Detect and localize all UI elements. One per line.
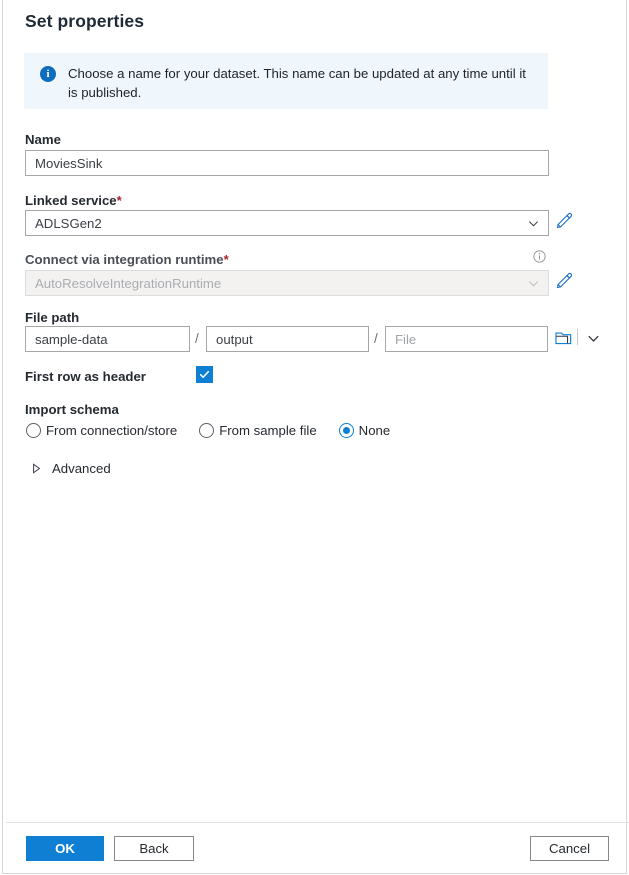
file-path-directory-input[interactable]: output — [206, 326, 369, 352]
file-path-file-placeholder: File — [395, 331, 417, 347]
file-path-chevron-down-icon[interactable] — [587, 332, 600, 345]
import-schema-option-none[interactable]: None — [338, 423, 391, 438]
name-input[interactable]: MoviesSink — [25, 150, 549, 176]
info-circle-icon: i — [40, 66, 56, 82]
set-properties-panel: Set properties i Choose a name for your … — [2, 0, 629, 874]
checkmark-icon — [199, 370, 210, 378]
footer-divider — [6, 822, 629, 823]
info-banner: i Choose a name for your dataset. This n… — [24, 53, 548, 109]
file-path-separator-1: / — [195, 331, 199, 346]
integration-runtime-edit-pencil-icon[interactable] — [556, 272, 573, 289]
first-row-as-header-checkbox[interactable] — [196, 366, 213, 383]
linked-service-label: Linked service* — [25, 193, 122, 208]
ok-button[interactable]: OK — [26, 836, 104, 861]
file-path-file-input[interactable]: File — [385, 326, 548, 352]
radio-ring — [338, 423, 354, 438]
radio-dot — [342, 427, 350, 434]
info-banner-message: Choose a name for your dataset. This nam… — [68, 66, 526, 100]
linked-service-value: ADLSGen2 — [35, 215, 102, 231]
file-path-separator-2: / — [374, 331, 378, 346]
file-path-container-value: sample-data — [35, 331, 108, 347]
advanced-label: Advanced — [52, 461, 111, 476]
import-schema-option-label: None — [358, 423, 391, 438]
file-path-directory-value: output — [216, 331, 253, 347]
browse-folder-icon[interactable] — [555, 330, 572, 346]
required-marker: * — [116, 193, 122, 208]
import-schema-option-from-connection-store[interactable]: From connection/store — [26, 423, 177, 438]
page-title: Set properties — [25, 11, 145, 31]
integration-runtime-dropdown: AutoResolveIntegrationRuntime — [25, 270, 549, 296]
required-marker: * — [223, 252, 229, 267]
back-button[interactable]: Back — [114, 836, 194, 861]
integration-runtime-label: Connect via integration runtime* — [25, 252, 229, 267]
integration-runtime-value: AutoResolveIntegrationRuntime — [35, 275, 222, 291]
triangle-right-icon — [33, 463, 41, 474]
name-input-value: MoviesSink — [35, 155, 103, 171]
toolbar-divider — [577, 329, 578, 345]
import-schema-option-label: From sample file — [219, 423, 317, 438]
radio-ring — [199, 423, 215, 438]
import-schema-label: Import schema — [25, 402, 119, 417]
advanced-expander[interactable]: Advanced — [31, 461, 111, 476]
import-schema-option-from-sample-file[interactable]: From sample file — [199, 423, 317, 438]
first-row-as-header-label: First row as header — [25, 369, 146, 384]
chevron-down-icon — [529, 280, 538, 287]
cancel-button[interactable]: Cancel — [530, 836, 609, 861]
integration-runtime-info-outline-icon[interactable] — [533, 250, 546, 263]
import-schema-option-label: From connection/store — [46, 423, 178, 438]
import-schema-radio-group: From connection/store From sample file N… — [26, 423, 412, 438]
linked-service-dropdown[interactable]: ADLSGen2 — [25, 210, 549, 236]
linked-service-edit-pencil-icon[interactable] — [556, 212, 573, 229]
name-label: Name — [25, 132, 61, 147]
chevron-down-icon — [529, 220, 538, 227]
file-path-container-input[interactable]: sample-data — [25, 326, 190, 352]
file-path-label: File path — [25, 310, 80, 325]
radio-ring — [26, 423, 41, 438]
